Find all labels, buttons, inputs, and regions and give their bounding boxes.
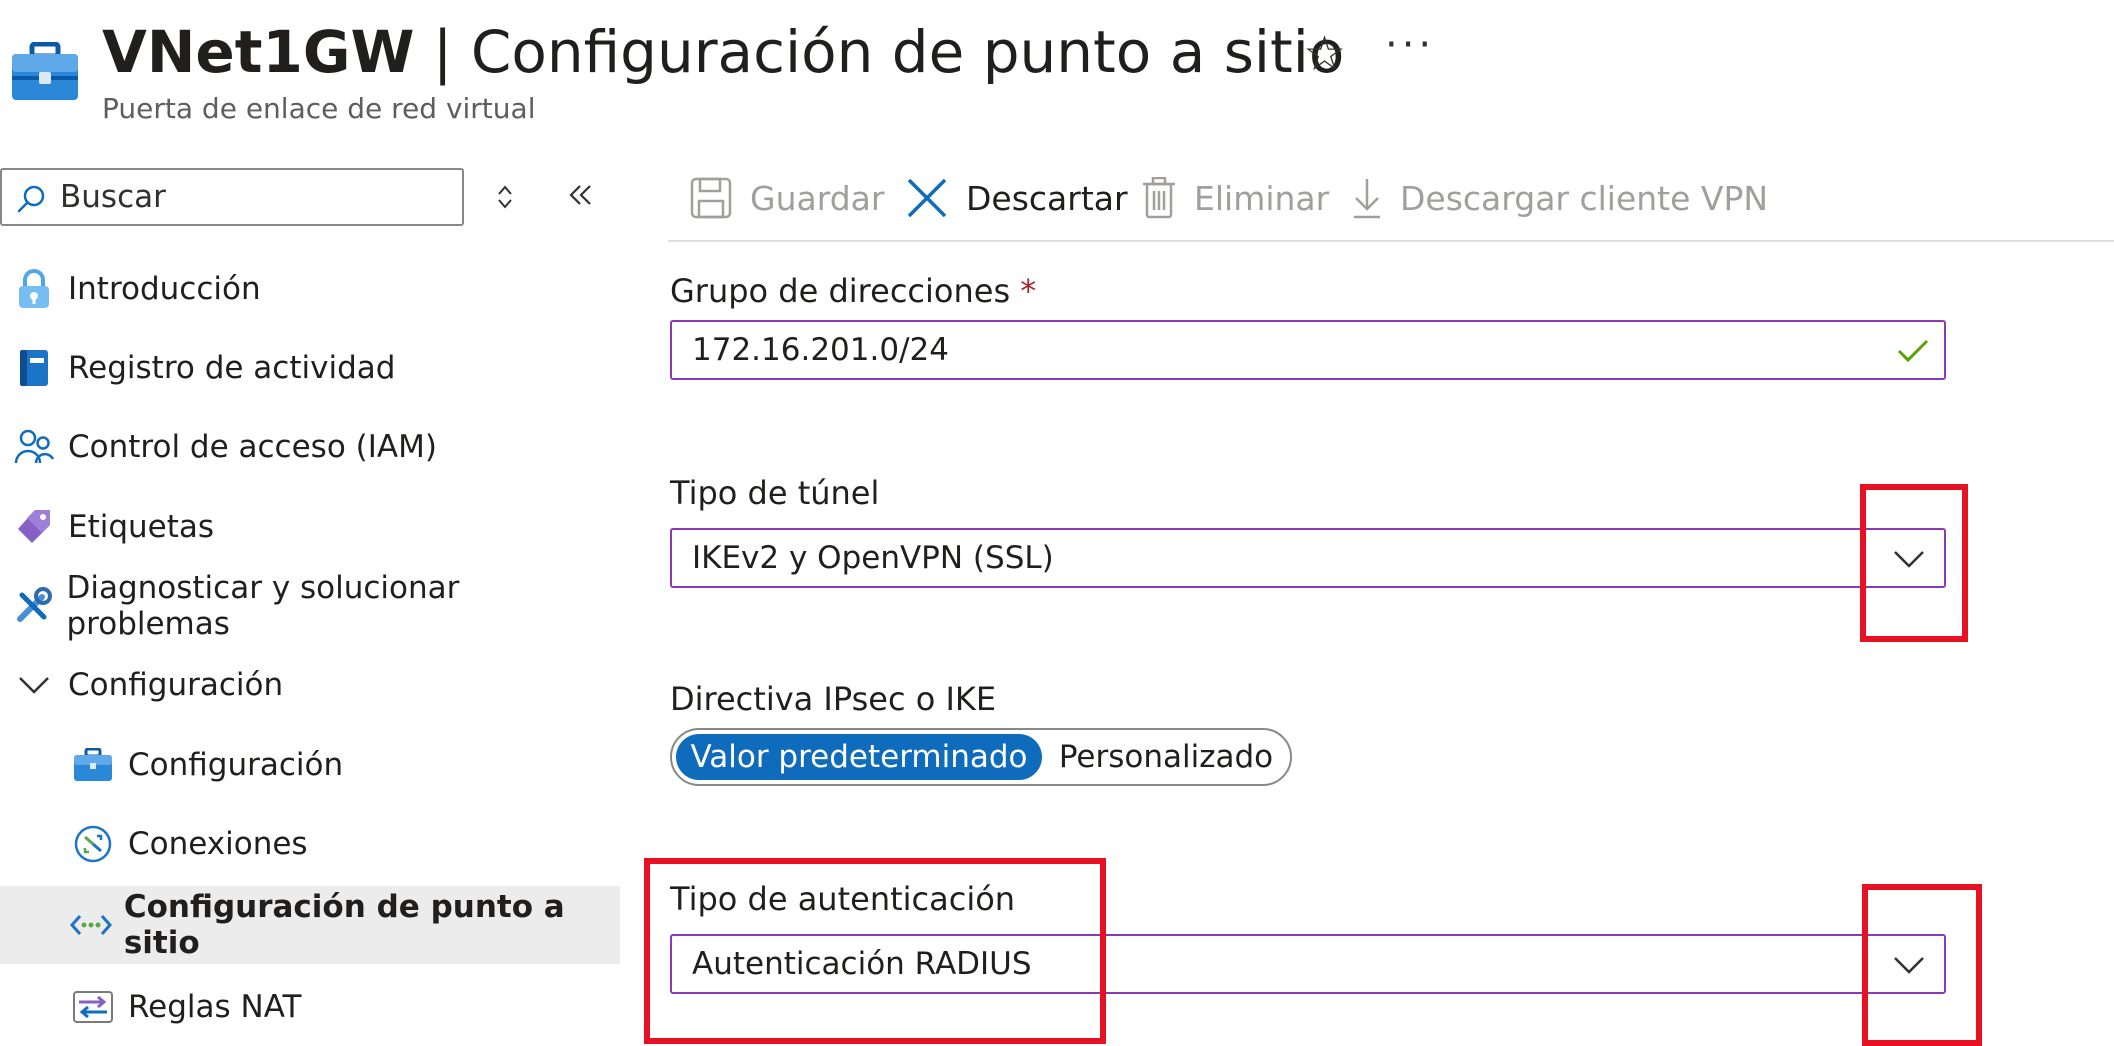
sidebar-item-label: Configuración: [128, 747, 344, 783]
sidebar-item-label: Conexiones: [128, 826, 308, 862]
page-name: Configuración de punto a sitio: [470, 18, 1345, 86]
trash-icon: [1142, 177, 1176, 219]
virtual-network-gateway-icon: [10, 41, 80, 106]
save-icon: [690, 177, 732, 219]
sidebar-item-diagnosticar[interactable]: Diagnosticar y solucionar problemas: [0, 567, 620, 645]
highlight-auth-type-dropdown: [1862, 884, 1982, 1046]
sidebar-item-etiquetas[interactable]: Etiquetas: [0, 488, 620, 566]
delete-button[interactable]: Eliminar: [1142, 170, 1329, 226]
discard-button[interactable]: Descartar: [906, 170, 1128, 226]
sidebar-item-punto-a-sitio[interactable]: Configuración de punto a sitio: [0, 886, 620, 964]
sort-icon[interactable]: [495, 182, 515, 219]
wrench-icon: [0, 587, 66, 625]
sidebar-item-label: Control de acceso (IAM): [68, 429, 437, 465]
collapse-sidebar-icon[interactable]: [566, 178, 596, 221]
save-label: Guardar: [750, 178, 885, 218]
title-separator: |: [414, 18, 471, 86]
ipsec-policy-label: Directiva IPsec o IKE: [670, 680, 997, 718]
delete-label: Eliminar: [1194, 178, 1330, 218]
download-vpn-client-button[interactable]: Descargar cliente VPN: [1352, 170, 1768, 226]
search-input[interactable]: [60, 178, 450, 216]
close-icon: [906, 177, 948, 219]
address-pool-field[interactable]: [670, 320, 1946, 380]
address-pool-input[interactable]: [692, 332, 1842, 368]
tag-icon: [0, 508, 68, 546]
nat-rules-icon: [58, 990, 128, 1024]
sidebar-item-label: Reglas NAT: [128, 989, 302, 1025]
sidebar-item-label: Configuración de punto a sitio: [123, 889, 565, 961]
toolbar-divider: [668, 240, 2114, 242]
search-box[interactable]: [0, 168, 464, 226]
sidebar-item-conexiones[interactable]: Conexiones: [0, 805, 620, 883]
sidebar-item-label: Registro de actividad: [68, 350, 396, 386]
highlight-tunnel-type-dropdown: [1860, 484, 1968, 642]
sidebar-item-label: Introducción: [68, 271, 261, 307]
download-icon: [1352, 177, 1382, 219]
sidebar-item-control-acceso[interactable]: Control de acceso (IAM): [0, 408, 620, 486]
tunnel-type-value: IKEv2 y OpenVPN (SSL): [692, 540, 1054, 576]
sidebar-item-registro-actividad[interactable]: Registro de actividad: [0, 329, 620, 407]
chevron-down-icon: [0, 674, 68, 696]
toggle-custom-option[interactable]: Personalizado: [1044, 734, 1288, 780]
people-icon: [0, 429, 68, 465]
lock-icon: [0, 269, 68, 309]
toolbox-icon: [58, 748, 128, 782]
discard-label: Descartar: [966, 178, 1128, 218]
address-pool-label-text: Grupo de direcciones: [670, 272, 1011, 310]
sidebar-group-configuracion[interactable]: Configuración: [0, 646, 620, 724]
required-mark: *: [1020, 272, 1037, 310]
tunnel-type-label: Tipo de túnel: [670, 474, 880, 512]
sidebar-item-reglas-nat[interactable]: Reglas NAT: [0, 968, 620, 1046]
favorite-star-icon[interactable]: ☆: [1303, 26, 1346, 82]
point-to-site-icon: [58, 913, 124, 937]
search-icon: [16, 184, 46, 218]
sidebar-group-label: Configuración: [68, 667, 284, 703]
resource-name: VNet1GW: [102, 18, 415, 86]
sidebar-item-introduccion[interactable]: Introducción: [0, 250, 620, 328]
address-pool-label: Grupo de direcciones *: [670, 272, 1036, 310]
sidebar-item-configuracion[interactable]: Configuración: [0, 726, 620, 804]
sidebar-item-label: Etiquetas: [68, 509, 215, 545]
save-button[interactable]: Guardar: [690, 170, 884, 226]
ipsec-policy-toggle[interactable]: Valor predeterminado Personalizado: [670, 728, 1292, 786]
tunnel-type-dropdown[interactable]: IKEv2 y OpenVPN (SSL): [670, 528, 1946, 588]
toggle-default-option[interactable]: Valor predeterminado: [676, 734, 1042, 780]
page-title: VNet1GW | Configuración de punto a sitio: [102, 14, 1344, 90]
highlight-auth-type-label: [644, 858, 1106, 1044]
checkmark-icon: [1896, 336, 1930, 374]
sidebar-item-label: Diagnosticar y solucionar problemas: [66, 570, 460, 642]
connections-icon: [58, 824, 128, 864]
download-label: Descargar cliente VPN: [1400, 178, 1769, 218]
book-icon: [0, 349, 68, 387]
page-subtitle: Puerta de enlace de red virtual: [102, 92, 536, 125]
more-options-icon[interactable]: ···: [1385, 22, 1435, 68]
